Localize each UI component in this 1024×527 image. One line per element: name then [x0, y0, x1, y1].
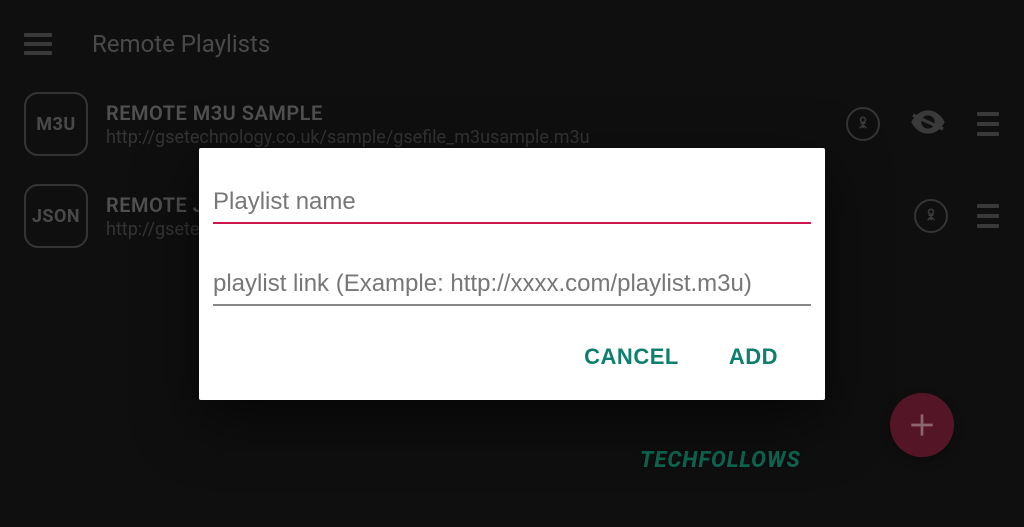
add-playlist-dialog: CANCEL ADD	[199, 148, 825, 400]
playlist-row-text: REMOTE M3U SAMPLE http://gsetechnology.c…	[106, 101, 828, 148]
watermark: TECHFOLLOWS	[640, 448, 801, 473]
type-chip: JSON	[24, 184, 88, 248]
more-icon[interactable]	[976, 112, 1000, 136]
more-icon[interactable]	[976, 204, 1000, 228]
playlist-row-actions	[914, 199, 1000, 233]
add-fab[interactable]	[890, 393, 954, 457]
playlist-title: REMOTE M3U SAMPLE	[106, 101, 828, 125]
menu-icon[interactable]	[24, 33, 52, 55]
playlist-row-actions	[846, 102, 1000, 146]
parental-icon[interactable]	[846, 107, 880, 141]
playlist-name-input[interactable]	[213, 180, 811, 224]
parental-icon[interactable]	[914, 199, 948, 233]
page-title: Remote Playlists	[92, 30, 270, 58]
cancel-button[interactable]: CANCEL	[574, 338, 689, 376]
eye-off-icon[interactable]	[908, 102, 948, 146]
playlist-link-input[interactable]	[213, 262, 811, 306]
playlist-url: http://gsetechnology.co.uk/sample/gsefil…	[106, 127, 828, 148]
add-button[interactable]: ADD	[719, 338, 788, 376]
app-topbar: Remote Playlists	[0, 0, 1024, 78]
dialog-actions: CANCEL ADD	[206, 310, 818, 382]
type-chip: M3U	[24, 92, 88, 156]
